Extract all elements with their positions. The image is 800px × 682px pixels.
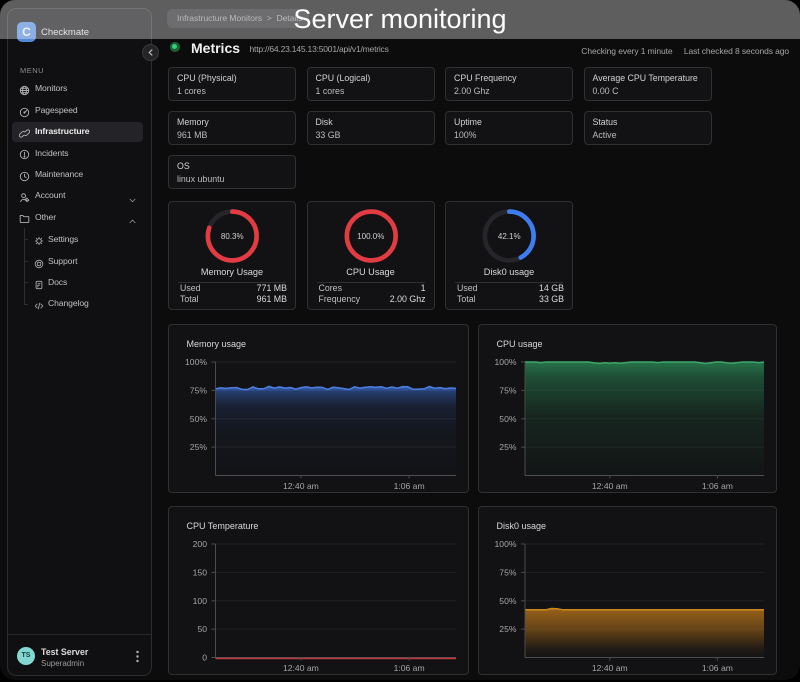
svg-text:25%: 25% <box>499 442 517 452</box>
svg-text:12:40 am: 12:40 am <box>282 481 318 491</box>
svg-text:150: 150 <box>192 567 207 577</box>
svg-text:1:06 am: 1:06 am <box>701 481 732 491</box>
svg-text:12:40 am: 12:40 am <box>591 481 627 491</box>
svg-text:0: 0 <box>202 653 207 663</box>
svg-text:100: 100 <box>192 596 207 606</box>
svg-text:100%: 100% <box>494 357 516 367</box>
svg-text:75%: 75% <box>499 385 517 395</box>
svg-text:50%: 50% <box>189 414 207 424</box>
svg-text:50: 50 <box>197 624 207 634</box>
svg-text:200: 200 <box>192 539 207 549</box>
svg-text:50%: 50% <box>499 596 517 606</box>
svg-text:12:40 am: 12:40 am <box>282 663 318 673</box>
svg-text:1:06 am: 1:06 am <box>393 663 424 673</box>
svg-text:75%: 75% <box>499 567 517 577</box>
svg-text:25%: 25% <box>189 442 207 452</box>
svg-text:25%: 25% <box>499 624 517 634</box>
svg-text:100%: 100% <box>494 539 516 549</box>
svg-text:1:06 am: 1:06 am <box>393 481 424 491</box>
svg-text:50%: 50% <box>499 414 517 424</box>
svg-text:75%: 75% <box>189 385 207 395</box>
svg-text:1:06 am: 1:06 am <box>701 663 732 673</box>
svg-text:12:40 am: 12:40 am <box>591 663 627 673</box>
svg-text:100%: 100% <box>185 357 207 367</box>
